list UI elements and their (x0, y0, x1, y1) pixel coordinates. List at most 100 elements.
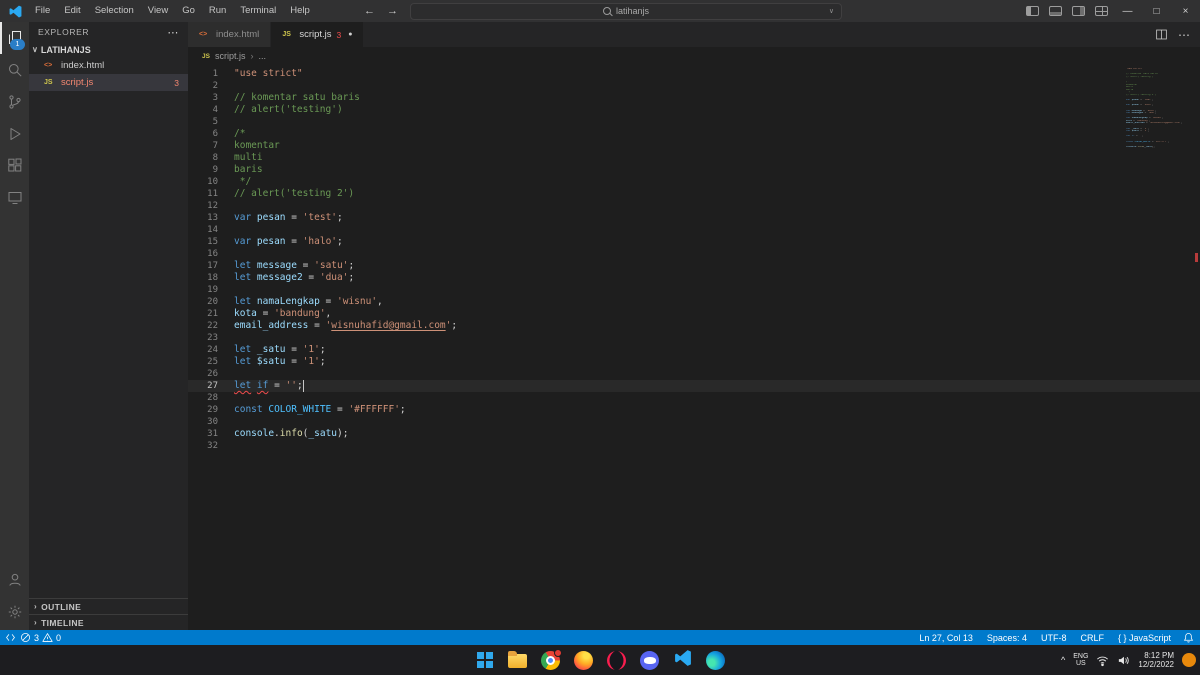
activitybar-settings[interactable] (0, 596, 29, 628)
activitybar-run-debug[interactable] (0, 118, 29, 150)
activitybar-search[interactable] (0, 54, 29, 86)
sidebar-sections: › OUTLINE › TIMELINE (29, 598, 188, 630)
line-number: 21 (207, 309, 218, 319)
activitybar-remote-explorer[interactable] (0, 182, 29, 214)
code-line[interactable]: 20 let namaLengkap = 'wisnu', (188, 296, 1200, 308)
more-actions-icon[interactable]: ⋯ (1178, 28, 1190, 42)
line-number: 29 (207, 405, 218, 415)
notifications-bell-icon[interactable] (1183, 632, 1194, 643)
toggle-sidebar-icon[interactable] (1026, 6, 1039, 16)
line-number: 9 (212, 165, 218, 175)
status-right: Ln 27, Col 13 Spaces: 4 UTF-8 CRLF{ } JavaS… (912, 632, 1200, 643)
folder-root[interactable]: ∨ LATIHANJS (29, 42, 188, 57)
code-line[interactable]: 5 (188, 116, 1200, 128)
time: 8:12 PM (1144, 650, 1174, 660)
code-line[interactable]: 3 // komentar satu baris (188, 92, 1200, 104)
notification-count-badge[interactable] (1182, 653, 1196, 667)
split-editor-icon[interactable] (1155, 28, 1168, 41)
taskbar-edge[interactable] (702, 647, 729, 674)
taskbar-firefox[interactable] (570, 647, 597, 674)
activitybar-source-control[interactable] (0, 86, 29, 118)
code-line[interactable]: 22 email_address = 'wisnuhafid@gmail.com'… (188, 320, 1200, 332)
command-center-search[interactable]: latihanjs ∨ (410, 2, 842, 20)
eol[interactable]: CRLF (1073, 633, 1111, 643)
search-icon (7, 62, 23, 78)
file-item-index-html[interactable]: <> index.html (29, 57, 188, 74)
line-number: 18 (207, 273, 218, 283)
navigate-forward-icon[interactable]: → (387, 5, 398, 17)
volume-icon[interactable] (1117, 654, 1130, 667)
code-line[interactable]: 31 console.info(_satu); (188, 428, 1200, 440)
code-line[interactable]: 27 let if = ''; (188, 380, 1200, 392)
breadcrumb-file[interactable]: script.js (215, 51, 246, 61)
breadcrumb[interactable]: JS script.js › ... (188, 47, 1200, 65)
line-content: const COLOR_WHITE = '#FFFFFF'; (234, 404, 406, 415)
taskbar-start[interactable] (471, 647, 498, 674)
code-editor[interactable]: 1 "use strict" 2 3// komentar satu baris 4//… (188, 65, 1200, 630)
code-line[interactable]: 25 let $satu = '1'; (188, 356, 1200, 368)
code-line[interactable]: 29 const COLOR_WHITE = '#FFFFFF'; (188, 404, 1200, 416)
more-actions-icon[interactable]: ⋯ (167, 26, 179, 39)
taskbar-opera-gx[interactable] (603, 647, 630, 674)
cursor-caret (302, 380, 304, 392)
file-item-script-js[interactable]: JS script.js 3 (29, 74, 188, 91)
code-line[interactable]: 1 "use strict" (188, 68, 1200, 80)
section-outline[interactable]: › OUTLINE (29, 598, 188, 614)
tab-script-js[interactable]: JS script.js 3 ● (271, 22, 365, 47)
update-badge (554, 648, 562, 657)
code-line[interactable]: 16 (188, 248, 1200, 260)
line-number: 16 (207, 249, 218, 259)
error-icon (20, 632, 31, 643)
code-line[interactable]: 14 (188, 224, 1200, 236)
customize-layout-icon[interactable] (1095, 6, 1108, 16)
breadcrumb-symbol[interactable]: ... (258, 51, 266, 61)
code-line[interactable]: 13 var pesan = 'test'; (188, 212, 1200, 224)
code-line[interactable]: 24 let _satu = '1'; (188, 344, 1200, 356)
chevron-down-icon: ∨ (828, 8, 834, 15)
problems-indicator[interactable]: 3 0 (20, 632, 61, 643)
taskbar-chrome[interactable] (537, 647, 564, 674)
code-line[interactable]: 4 // alert('testing') (188, 104, 1200, 116)
clock[interactable]: 8:12 PM 12/2/2022 (1138, 651, 1174, 670)
code-line[interactable]: 32 (188, 440, 1200, 452)
code-line[interactable]: 23 (188, 332, 1200, 344)
code-line[interactable]: 2 (188, 80, 1200, 92)
code-line[interactable]: 12 (188, 200, 1200, 212)
code-line[interactable]: 15 var pesan = 'halo'; (188, 236, 1200, 248)
code-line[interactable]: 30 (188, 416, 1200, 428)
code-line[interactable]: 7 komentar (188, 140, 1200, 152)
line-number: 13 (207, 213, 218, 223)
tab-index-html[interactable]: <> index.html (188, 22, 272, 47)
navigate-back-icon[interactable]: ← (364, 5, 375, 17)
cursor-position[interactable]: Ln 27, Col 13 (912, 633, 980, 643)
line-content: kota = 'bandung', (234, 308, 332, 319)
code-line[interactable]: 6 /* (188, 128, 1200, 140)
activitybar-extensions[interactable] (0, 150, 29, 182)
code-line[interactable]: 28 (188, 392, 1200, 404)
code-line[interactable]: 11 // alert('testing 2') (188, 188, 1200, 200)
code-line[interactable]: 19 (188, 284, 1200, 296)
code-line[interactable]: 10 */ (188, 176, 1200, 188)
hidden-icons-chevron[interactable]: ^ (1061, 655, 1065, 665)
activitybar-accounts[interactable] (0, 564, 29, 596)
encoding[interactable]: UTF-8 (1034, 633, 1074, 643)
activitybar-explorer[interactable]: 1 (0, 22, 29, 54)
taskbar-file-explorer[interactable] (504, 647, 531, 674)
code-line[interactable]: 17 let message = 'satu'; (188, 260, 1200, 272)
code-line[interactable]: 18 let message2 = 'dua'; (188, 272, 1200, 284)
section-timeline[interactable]: › TIMELINE (29, 614, 188, 630)
wifi-icon[interactable] (1096, 654, 1109, 667)
code-line[interactable]: 9 baris (188, 164, 1200, 176)
language-mode[interactable]: { } JavaScript (1111, 633, 1178, 643)
remote-indicator-icon[interactable] (5, 632, 16, 643)
code-line[interactable]: 21 kota = 'bandung', (188, 308, 1200, 320)
code-line[interactable]: 26 (188, 368, 1200, 380)
status-left: 3 0 (0, 632, 61, 643)
input-language-indicator[interactable]: ENG US (1073, 653, 1088, 668)
toggle-secondary-sidebar-icon[interactable] (1072, 6, 1085, 16)
toggle-panel-icon[interactable] (1049, 6, 1062, 16)
code-line[interactable]: 8 multi (188, 152, 1200, 164)
taskbar-vscode[interactable] (669, 647, 696, 674)
indentation[interactable]: Spaces: 4 (980, 633, 1034, 643)
taskbar-discord[interactable] (636, 647, 663, 674)
